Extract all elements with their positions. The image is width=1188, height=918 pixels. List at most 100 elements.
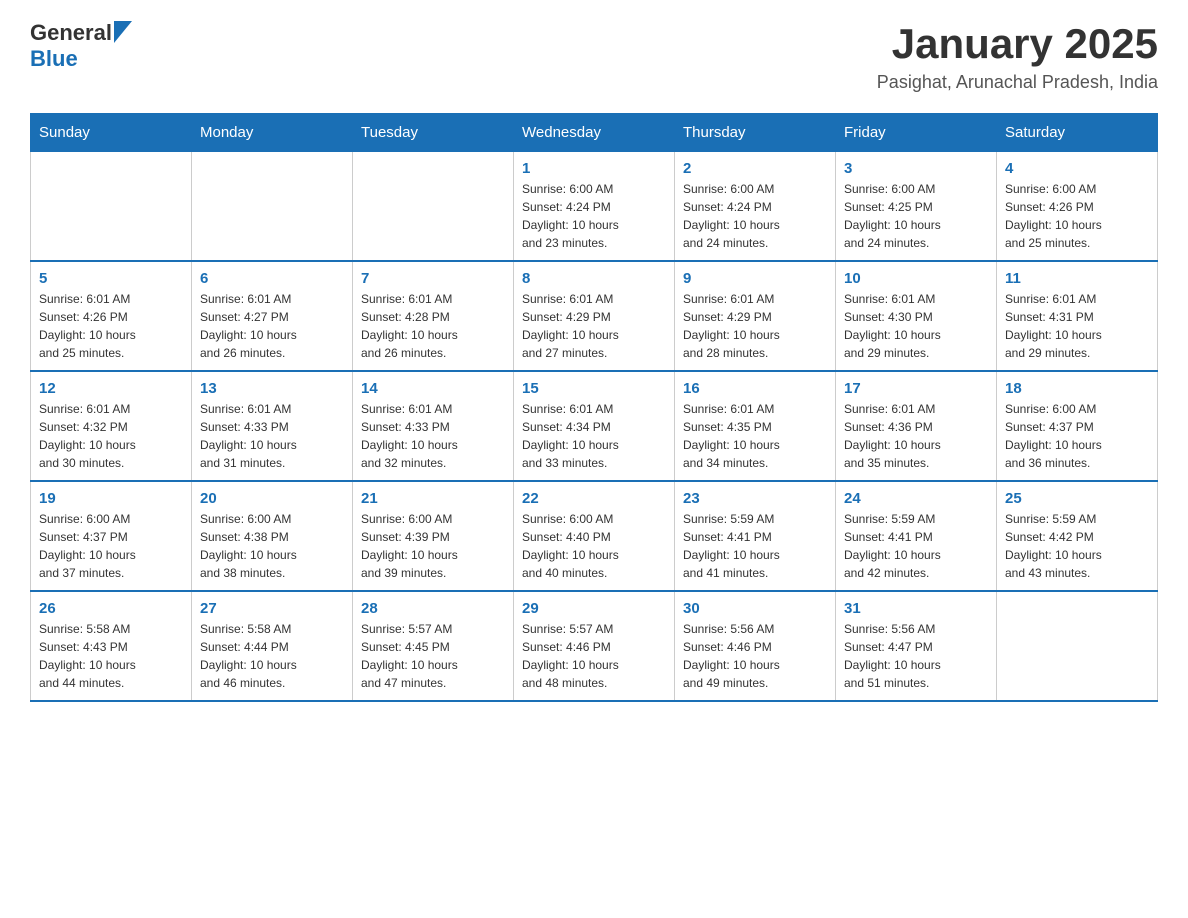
calendar-cell: 8 Sunrise: 6:01 AM Sunset: 4:29 PM Daylig… bbox=[514, 261, 675, 371]
calendar-cell: 12 Sunrise: 6:01 AM Sunset: 4:32 PM Dayli… bbox=[31, 371, 192, 481]
logo-general-text: General bbox=[30, 20, 112, 46]
day-number: 11 bbox=[1005, 270, 1149, 287]
day-number: 24 bbox=[844, 490, 988, 507]
calendar-cell: 22Sunrise: 6:00 AM Sunset: 4:40 PM Dayli… bbox=[514, 481, 675, 591]
calendar-cell: 28Sunrise: 5:57 AM Sunset: 4:45 PM Dayli… bbox=[353, 591, 514, 701]
day-info: Sunrise: 6:01 AM Sunset: 4:32 PM Dayligh… bbox=[39, 400, 183, 472]
day-number: 7 bbox=[361, 270, 505, 287]
day-info: Sunrise: 6:01 AM Sunset: 4:28 PM Dayligh… bbox=[361, 290, 505, 362]
day-number: 4 bbox=[1005, 160, 1149, 177]
week-row-5: 26 Sunrise: 5:58 AM Sunset: 4:43 PM Dayli… bbox=[31, 591, 1158, 701]
day-number: 25 bbox=[1005, 490, 1149, 507]
day-number: 6 bbox=[200, 270, 344, 287]
month-year-title: January 2025 bbox=[877, 20, 1158, 68]
day-number: 1 bbox=[522, 160, 666, 177]
calendar-cell: 16 Sunrise: 6:01 AM Sunset: 4:35 PM Dayli… bbox=[675, 371, 836, 481]
day-info: Sunrise: 5:58 AM Sunset: 4:44 PM Dayligh… bbox=[200, 620, 344, 692]
calendar-cell bbox=[31, 152, 192, 262]
header-tuesday: Tuesday bbox=[353, 114, 514, 152]
day-number: 8 bbox=[522, 270, 666, 287]
day-number: 20 bbox=[200, 490, 344, 507]
day-info: Sunrise: 6:00 AM Sunset: 4:37 PM Dayligh… bbox=[1005, 400, 1149, 472]
day-number: 18 bbox=[1005, 380, 1149, 397]
calendar-cell bbox=[353, 152, 514, 262]
day-number: 23 bbox=[683, 490, 827, 507]
calendar-cell: 31 Sunrise: 5:56 AM Sunset: 4:47 PM Dayli… bbox=[836, 591, 997, 701]
location-subtitle: Pasighat, Arunachal Pradesh, India bbox=[877, 72, 1158, 93]
calendar-cell: 26 Sunrise: 5:58 AM Sunset: 4:43 PM Dayli… bbox=[31, 591, 192, 701]
day-info: Sunrise: 6:01 AM Sunset: 4:29 PM Dayligh… bbox=[522, 290, 666, 362]
calendar-cell: 23Sunrise: 5:59 AM Sunset: 4:41 PM Dayli… bbox=[675, 481, 836, 591]
day-number: 14 bbox=[361, 380, 505, 397]
calendar-cell: 13 Sunrise: 6:01 AM Sunset: 4:33 PM Dayli… bbox=[192, 371, 353, 481]
week-row-3: 12 Sunrise: 6:01 AM Sunset: 4:32 PM Dayli… bbox=[31, 371, 1158, 481]
header-friday: Friday bbox=[836, 114, 997, 152]
day-number: 2 bbox=[683, 160, 827, 177]
day-number: 5 bbox=[39, 270, 183, 287]
day-number: 15 bbox=[522, 380, 666, 397]
day-number: 30 bbox=[683, 600, 827, 617]
week-row-2: 5 Sunrise: 6:01 AM Sunset: 4:26 PM Daylig… bbox=[31, 261, 1158, 371]
week-row-1: 1 Sunrise: 6:00 AM Sunset: 4:24 PM Daylig… bbox=[31, 152, 1158, 262]
day-info: Sunrise: 5:58 AM Sunset: 4:43 PM Dayligh… bbox=[39, 620, 183, 692]
week-row-4: 19 Sunrise: 6:00 AM Sunset: 4:37 PM Dayli… bbox=[31, 481, 1158, 591]
calendar-cell: 7 Sunrise: 6:01 AM Sunset: 4:28 PM Daylig… bbox=[353, 261, 514, 371]
day-number: 9 bbox=[683, 270, 827, 287]
calendar-header: Sunday Monday Tuesday Wednesday Thursday… bbox=[31, 114, 1158, 152]
day-number: 10 bbox=[844, 270, 988, 287]
day-info: Sunrise: 6:01 AM Sunset: 4:35 PM Dayligh… bbox=[683, 400, 827, 472]
calendar-cell: 24 Sunrise: 5:59 AM Sunset: 4:41 PM Dayli… bbox=[836, 481, 997, 591]
day-info: Sunrise: 5:56 AM Sunset: 4:46 PM Dayligh… bbox=[683, 620, 827, 692]
day-info: Sunrise: 6:01 AM Sunset: 4:33 PM Dayligh… bbox=[200, 400, 344, 472]
day-info: Sunrise: 6:00 AM Sunset: 4:26 PM Dayligh… bbox=[1005, 180, 1149, 252]
calendar-body: 1 Sunrise: 6:00 AM Sunset: 4:24 PM Daylig… bbox=[31, 152, 1158, 702]
calendar-cell: 15 Sunrise: 6:01 AM Sunset: 4:34 PM Dayli… bbox=[514, 371, 675, 481]
header-thursday: Thursday bbox=[675, 114, 836, 152]
day-info: Sunrise: 6:01 AM Sunset: 4:33 PM Dayligh… bbox=[361, 400, 505, 472]
day-info: Sunrise: 5:59 AM Sunset: 4:42 PM Dayligh… bbox=[1005, 510, 1149, 582]
calendar-cell: 30 Sunrise: 5:56 AM Sunset: 4:46 PM Dayli… bbox=[675, 591, 836, 701]
day-info: Sunrise: 5:59 AM Sunset: 4:41 PM Dayligh… bbox=[844, 510, 988, 582]
calendar-cell: 10Sunrise: 6:01 AM Sunset: 4:30 PM Dayli… bbox=[836, 261, 997, 371]
day-info: Sunrise: 6:00 AM Sunset: 4:25 PM Dayligh… bbox=[844, 180, 988, 252]
calendar-cell: 11 Sunrise: 6:01 AM Sunset: 4:31 PM Dayli… bbox=[997, 261, 1158, 371]
calendar-cell: 20Sunrise: 6:00 AM Sunset: 4:38 PM Dayli… bbox=[192, 481, 353, 591]
calendar-cell: 18 Sunrise: 6:00 AM Sunset: 4:37 PM Dayli… bbox=[997, 371, 1158, 481]
calendar-cell: 3Sunrise: 6:00 AM Sunset: 4:25 PM Daylig… bbox=[836, 152, 997, 262]
title-section: January 2025 Pasighat, Arunachal Pradesh… bbox=[877, 20, 1158, 93]
day-info: Sunrise: 6:01 AM Sunset: 4:31 PM Dayligh… bbox=[1005, 290, 1149, 362]
calendar-cell: 27 Sunrise: 5:58 AM Sunset: 4:44 PM Dayli… bbox=[192, 591, 353, 701]
day-info: Sunrise: 5:57 AM Sunset: 4:46 PM Dayligh… bbox=[522, 620, 666, 692]
logo-blue-text: Blue bbox=[30, 46, 132, 72]
day-info: Sunrise: 6:00 AM Sunset: 4:24 PM Dayligh… bbox=[683, 180, 827, 252]
page-header: General Blue January 2025 Pasighat, Arun… bbox=[30, 20, 1158, 93]
calendar-cell: 17Sunrise: 6:01 AM Sunset: 4:36 PM Dayli… bbox=[836, 371, 997, 481]
day-number: 29 bbox=[522, 600, 666, 617]
days-of-week-row: Sunday Monday Tuesday Wednesday Thursday… bbox=[31, 114, 1158, 152]
day-number: 27 bbox=[200, 600, 344, 617]
day-info: Sunrise: 6:01 AM Sunset: 4:34 PM Dayligh… bbox=[522, 400, 666, 472]
day-number: 21 bbox=[361, 490, 505, 507]
calendar-cell: 21Sunrise: 6:00 AM Sunset: 4:39 PM Dayli… bbox=[353, 481, 514, 591]
header-monday: Monday bbox=[192, 114, 353, 152]
day-number: 19 bbox=[39, 490, 183, 507]
day-number: 16 bbox=[683, 380, 827, 397]
logo-triangle-icon bbox=[114, 21, 132, 43]
calendar-cell: 19 Sunrise: 6:00 AM Sunset: 4:37 PM Dayli… bbox=[31, 481, 192, 591]
calendar-cell: 5 Sunrise: 6:01 AM Sunset: 4:26 PM Daylig… bbox=[31, 261, 192, 371]
calendar-cell: 1 Sunrise: 6:00 AM Sunset: 4:24 PM Daylig… bbox=[514, 152, 675, 262]
day-number: 12 bbox=[39, 380, 183, 397]
day-number: 17 bbox=[844, 380, 988, 397]
calendar-cell: 9Sunrise: 6:01 AM Sunset: 4:29 PM Daylig… bbox=[675, 261, 836, 371]
day-info: Sunrise: 6:00 AM Sunset: 4:24 PM Dayligh… bbox=[522, 180, 666, 252]
day-number: 26 bbox=[39, 600, 183, 617]
logo: General Blue bbox=[30, 20, 132, 72]
day-number: 31 bbox=[844, 600, 988, 617]
day-info: Sunrise: 6:01 AM Sunset: 4:26 PM Dayligh… bbox=[39, 290, 183, 362]
header-wednesday: Wednesday bbox=[514, 114, 675, 152]
day-number: 13 bbox=[200, 380, 344, 397]
logo-wrapper: General Blue bbox=[30, 20, 132, 72]
day-info: Sunrise: 5:56 AM Sunset: 4:47 PM Dayligh… bbox=[844, 620, 988, 692]
day-info: Sunrise: 6:00 AM Sunset: 4:37 PM Dayligh… bbox=[39, 510, 183, 582]
calendar-cell: 25 Sunrise: 5:59 AM Sunset: 4:42 PM Dayli… bbox=[997, 481, 1158, 591]
